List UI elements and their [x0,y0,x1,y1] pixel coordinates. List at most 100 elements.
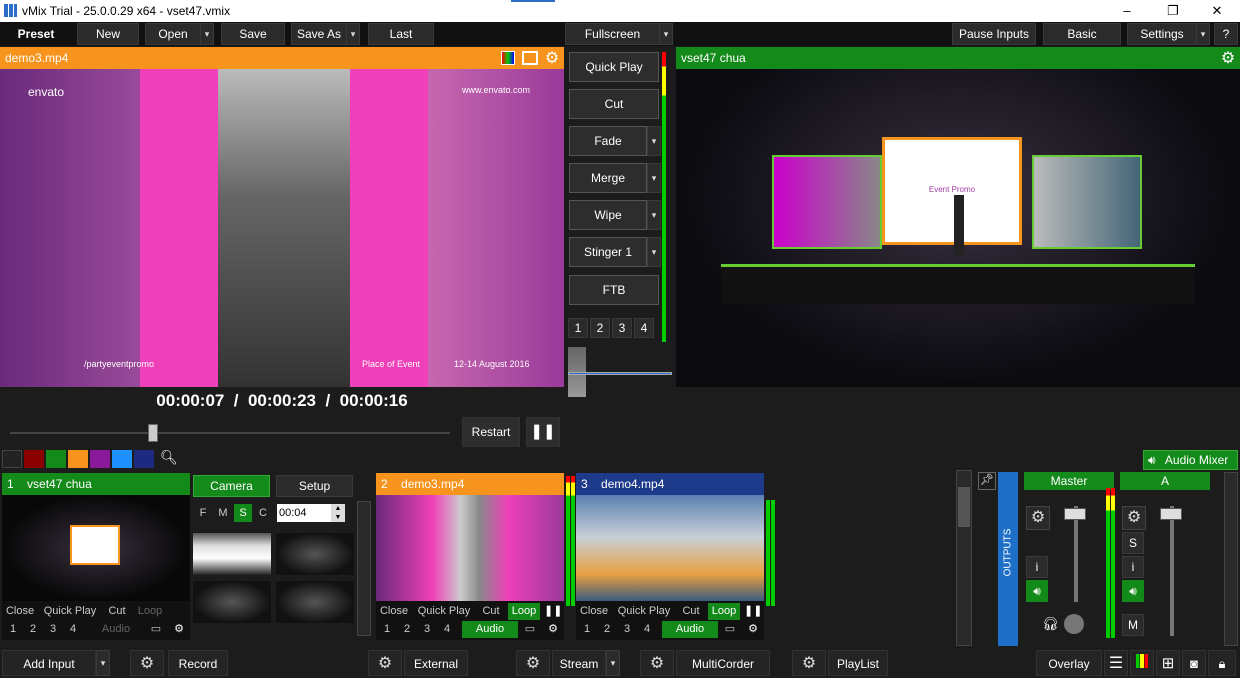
master-pan-knob[interactable] [1064,614,1084,634]
color-bars-icon[interactable] [501,51,515,65]
input-1-title-bar[interactable]: 1 vset47 chua [2,473,190,495]
camera-c[interactable]: C [254,504,272,522]
input-1-gear-icon[interactable]: ⚙ [170,621,188,638]
menu-icon[interactable]: ☰ [1104,650,1128,676]
snapshot-icon[interactable]: ◙ [1182,650,1206,676]
input-2-close[interactable]: Close [376,603,412,620]
inputs-scroll-thumb[interactable] [958,487,970,527]
pause-inputs-button[interactable]: Pause Inputs [952,23,1036,45]
maximize-button[interactable]: ❐ [1150,0,1196,22]
wipe-button[interactable]: Wipe [569,200,647,230]
input-2-num-3[interactable]: 3 [418,621,436,638]
input-3-num-3[interactable]: 3 [618,621,636,638]
stream-settings-gear-icon[interactable]: ⚙ [516,650,550,676]
close-window-button[interactable]: ✕ [1194,0,1240,22]
fullscreen-button[interactable]: Fullscreen [565,23,660,45]
input-1-num-2[interactable]: 2 [24,621,42,638]
basic-button[interactable]: Basic [1043,23,1121,45]
external-button[interactable]: External [404,650,468,676]
input-3-gear-icon[interactable]: ⚙ [744,621,762,638]
lock-icon[interactable]: 🔒︎ [1208,650,1236,676]
input-1-quick-play[interactable]: Quick Play [42,603,98,620]
monitor-icon[interactable]: ▭ [522,621,538,638]
swatch-green[interactable] [46,450,66,468]
input-2-gear-icon[interactable]: ⚙ [544,621,562,638]
audio-meter-icon[interactable] [1130,650,1154,676]
save-as-button[interactable]: Save As [291,23,347,45]
input-3-num-4[interactable]: 4 [638,621,656,638]
save-as-dropdown[interactable]: ▾ [346,23,360,45]
stinger-button[interactable]: Stinger 1 [569,237,647,267]
outputs-panel[interactable]: OUTPUTS [998,472,1018,646]
input-3-quick-play[interactable]: Quick Play [616,603,672,620]
camera-scrollbar[interactable] [357,501,371,636]
transition-4-button[interactable]: 4 [634,318,654,338]
search-icon[interactable]: 🔍︎ [160,449,178,466]
fade-dropdown[interactable]: ▾ [647,126,661,156]
restart-button[interactable]: Restart [462,417,520,447]
open-dropdown[interactable]: ▾ [200,23,214,45]
settings-dropdown[interactable]: ▾ [1196,23,1210,45]
input-2-num-2[interactable]: 2 [398,621,416,638]
input-3-cut[interactable]: Cut [676,603,706,620]
playlist-settings-gear-icon[interactable]: ⚙ [792,650,826,676]
swatch-purple[interactable] [90,450,110,468]
merge-button[interactable]: Merge [569,163,647,193]
stream-button[interactable]: Stream [552,650,606,676]
input-2-num-4[interactable]: 4 [438,621,456,638]
playlist-button[interactable]: PlayList [828,650,888,676]
merge-dropdown[interactable]: ▾ [647,163,661,193]
input-1-audio[interactable]: Audio [88,621,144,638]
input-2-audio[interactable]: Audio [462,621,518,638]
wipe-dropdown[interactable]: ▾ [647,200,661,230]
seek-track[interactable] [10,432,450,434]
input-3-close[interactable]: Close [576,603,612,620]
multiview-icon[interactable]: ⊞ [1156,650,1180,676]
add-input-button[interactable]: Add Input [2,650,96,676]
camera-s[interactable]: S [234,504,252,522]
swatch-navy[interactable] [134,450,154,468]
input-3-loop[interactable]: Loop [708,603,740,620]
help-button[interactable]: ? [1214,23,1238,45]
input-2-num-1[interactable]: 1 [378,621,396,638]
camera-button[interactable]: Camera [193,475,270,497]
stinger-dropdown[interactable]: ▾ [647,237,661,267]
input-2-loop[interactable]: Loop [508,603,540,620]
swatch-blue[interactable] [112,450,132,468]
audio-mixer-button[interactable]: 🔊︎ Audio Mixer [1143,450,1238,470]
camera-f[interactable]: F [194,504,212,522]
transition-2-button[interactable]: 2 [590,318,610,338]
settings-button[interactable]: Settings [1127,23,1197,45]
input-2-quick-play[interactable]: Quick Play [416,603,472,620]
input-3-num-2[interactable]: 2 [598,621,616,638]
last-button[interactable]: Last [368,23,434,45]
cut-button[interactable]: Cut [569,89,659,119]
input-3-thumbnail[interactable] [576,495,764,601]
record-settings-gear-icon[interactable]: ⚙ [130,650,164,676]
stream-dropdown[interactable]: ▾ [606,650,620,676]
multicorder-button[interactable]: MultiCorder [676,650,770,676]
quick-play-button[interactable]: Quick Play [569,52,659,82]
pin-icon[interactable]: 📌︎ [978,472,996,490]
input-1-num-4[interactable]: 4 [64,621,82,638]
master-gear-icon[interactable]: ⚙ [1026,506,1050,530]
bus-a-mute-button[interactable]: 🔊︎ [1122,580,1144,602]
setup-button[interactable]: Setup [276,475,353,497]
mixer-scrollbar[interactable] [1224,472,1238,646]
duration-input[interactable]: 00:04 [277,504,331,522]
input-1-loop[interactable]: Loop [134,603,166,620]
output-settings-gear-icon[interactable]: ⚙ [1218,48,1238,68]
new-button[interactable]: New [77,23,139,45]
multicorder-settings-gear-icon[interactable]: ⚙ [640,650,674,676]
input-2-thumbnail[interactable] [376,495,564,601]
external-settings-gear-icon[interactable]: ⚙ [368,650,402,676]
master-mute-button[interactable]: 🔊︎ [1026,580,1048,602]
preset-button[interactable]: Preset [0,23,72,45]
input-2-title-bar[interactable]: 2 demo3.mp4 [376,473,564,495]
overlay-button[interactable]: Overlay [1036,650,1102,676]
t-bar-track[interactable] [568,372,672,375]
input-1-thumbnail[interactable] [2,495,190,601]
bus-a-fader[interactable] [1160,508,1182,520]
camera-preset-2[interactable] [276,533,354,575]
record-button[interactable]: Record [168,650,228,676]
